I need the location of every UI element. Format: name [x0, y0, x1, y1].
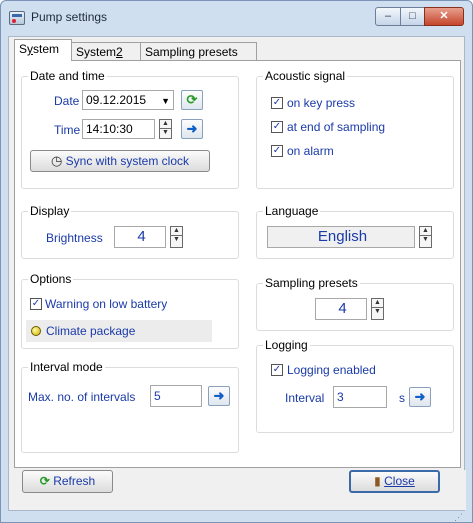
spin-up-icon[interactable]: ▲: [160, 120, 171, 129]
tab-system[interactable]: System: [14, 39, 72, 61]
logging-interval-field[interactable]: 3: [333, 386, 387, 408]
spin-up-icon[interactable]: ▲: [372, 299, 383, 308]
pump-settings-window: Pump settings – □ ✕ System System2 Sampl…: [0, 0, 473, 523]
spin-up-icon[interactable]: ▲: [420, 227, 431, 236]
spin-down-icon[interactable]: ▼: [420, 236, 431, 245]
tab-system2-accel: 2: [116, 45, 123, 59]
time-label: Time: [54, 123, 81, 137]
tab-sampling-presets[interactable]: Sampling presets: [140, 42, 257, 61]
window-title: Pump settings: [31, 10, 108, 24]
language-spinner[interactable]: ▲ ▼: [419, 226, 432, 248]
logging-group: Logging ✓ Logging enabled Interval 3 s ➜: [256, 338, 454, 433]
interval-mode-group: Interval mode Max. no. of intervals 5 ➜: [21, 360, 239, 453]
options-group-title: Options: [28, 272, 74, 286]
logging-interval-label: Interval: [285, 391, 325, 405]
max-intervals-label: Max. no. of intervals: [28, 390, 136, 404]
close-label: Close: [384, 474, 415, 488]
clock-icon: ◷: [50, 153, 63, 168]
status-led-icon: [31, 326, 41, 336]
apply-time-button[interactable]: ➜: [181, 119, 203, 139]
maximize-button[interactable]: □: [400, 7, 425, 26]
sampling-presets-group: Sampling presets 4 ▲ ▼: [256, 276, 454, 331]
sampling-presets-spinner[interactable]: ▲ ▼: [371, 298, 384, 320]
spin-down-icon[interactable]: ▼: [171, 236, 182, 245]
acoustic-group-title: Acoustic signal: [263, 69, 348, 83]
close-button[interactable]: ▮ Close: [349, 470, 440, 493]
refresh-icon: ⟳: [39, 474, 50, 488]
minimize-button[interactable]: –: [375, 7, 401, 26]
date-label: Date: [54, 94, 80, 108]
tab-sampling-presets-label: Sampling presets: [145, 45, 238, 59]
time-spinner[interactable]: ▲ ▼: [159, 119, 172, 139]
apply-logging-button[interactable]: ➜: [409, 387, 431, 407]
refresh-date-button[interactable]: ⟳: [181, 90, 203, 110]
display-group-title: Display: [28, 204, 72, 218]
logging-group-title: Logging: [263, 338, 310, 352]
language-group: Language English ▲ ▼: [256, 204, 454, 259]
max-intervals-field[interactable]: 5: [150, 385, 202, 407]
button-bar: ⟳ Refresh ▮ Close: [9, 470, 466, 510]
spin-down-icon[interactable]: ▼: [372, 308, 383, 317]
acoustic-signal-group: Acoustic signal ✓ on key press ✓ at end …: [256, 69, 454, 189]
resize-grip-icon[interactable]: ⋰: [454, 512, 463, 523]
end-of-sampling-label: at end of sampling: [287, 120, 386, 134]
date-value: 09.12.2015: [86, 93, 147, 107]
apply-intervals-button[interactable]: ➜: [208, 386, 230, 406]
sampling-presets-field[interactable]: 4: [315, 298, 367, 320]
date-time-group: Date and time Date 09.12.2015 ▼ ⟳ Time 1…: [21, 69, 239, 189]
door-icon: ▮: [374, 474, 381, 488]
tab-system-label-rest: stem: [33, 42, 60, 56]
tab-system2-label: System: [76, 45, 117, 59]
key-press-checkbox[interactable]: ✓: [271, 97, 283, 109]
language-field[interactable]: English: [267, 226, 415, 248]
logging-enabled-checkbox[interactable]: ✓: [271, 364, 283, 376]
sync-clock-button[interactable]: ◷ Sync with system clock: [30, 150, 210, 172]
low-battery-checkbox[interactable]: ✓: [30, 298, 42, 310]
brightness-field[interactable]: 4: [114, 226, 166, 248]
display-group: Display Brightness 4 ▲ ▼: [21, 204, 239, 259]
on-alarm-label: on alarm: [287, 144, 334, 158]
tab-system2[interactable]: System2: [71, 42, 141, 61]
date-picker[interactable]: 09.12.2015 ▼: [82, 90, 174, 110]
language-group-title: Language: [263, 204, 321, 218]
on-alarm-checkbox[interactable]: ✓: [271, 145, 283, 157]
logging-enabled-label: Logging enabled: [287, 363, 376, 377]
brightness-spinner[interactable]: ▲ ▼: [170, 226, 183, 248]
client-area: System System2 Sampling presets Date and…: [8, 36, 466, 511]
low-battery-label: Warning on low battery: [45, 297, 168, 311]
climate-package-label: Climate package: [46, 324, 136, 338]
brightness-label: Brightness: [46, 231, 103, 245]
sampling-presets-group-title: Sampling presets: [263, 276, 360, 290]
logging-unit: s: [399, 391, 405, 405]
end-of-sampling-checkbox[interactable]: ✓: [271, 121, 283, 133]
date-time-group-title: Date and time: [28, 69, 107, 83]
time-field[interactable]: 14:10:30: [82, 119, 155, 139]
sync-clock-label: Sync with system clock: [65, 154, 190, 168]
system-tab-panel: Date and time Date 09.12.2015 ▼ ⟳ Time 1…: [14, 60, 461, 468]
options-group: Options ✓ Warning on low battery Climate…: [21, 272, 239, 349]
app-icon: [9, 11, 25, 25]
close-window-button[interactable]: ✕: [424, 7, 464, 26]
key-press-label: on key press: [287, 96, 356, 110]
dropdown-arrow-icon[interactable]: ▼: [161, 92, 170, 110]
refresh-label: Refresh: [53, 474, 96, 488]
spin-up-icon[interactable]: ▲: [171, 227, 182, 236]
status-bar: ⋰: [8, 511, 465, 523]
interval-mode-group-title: Interval mode: [28, 360, 105, 374]
title-bar[interactable]: Pump settings – □ ✕: [1, 1, 472, 35]
refresh-button[interactable]: ⟳ Refresh: [22, 470, 113, 493]
tab-system-label: S: [19, 42, 28, 56]
spin-down-icon[interactable]: ▼: [160, 129, 171, 138]
